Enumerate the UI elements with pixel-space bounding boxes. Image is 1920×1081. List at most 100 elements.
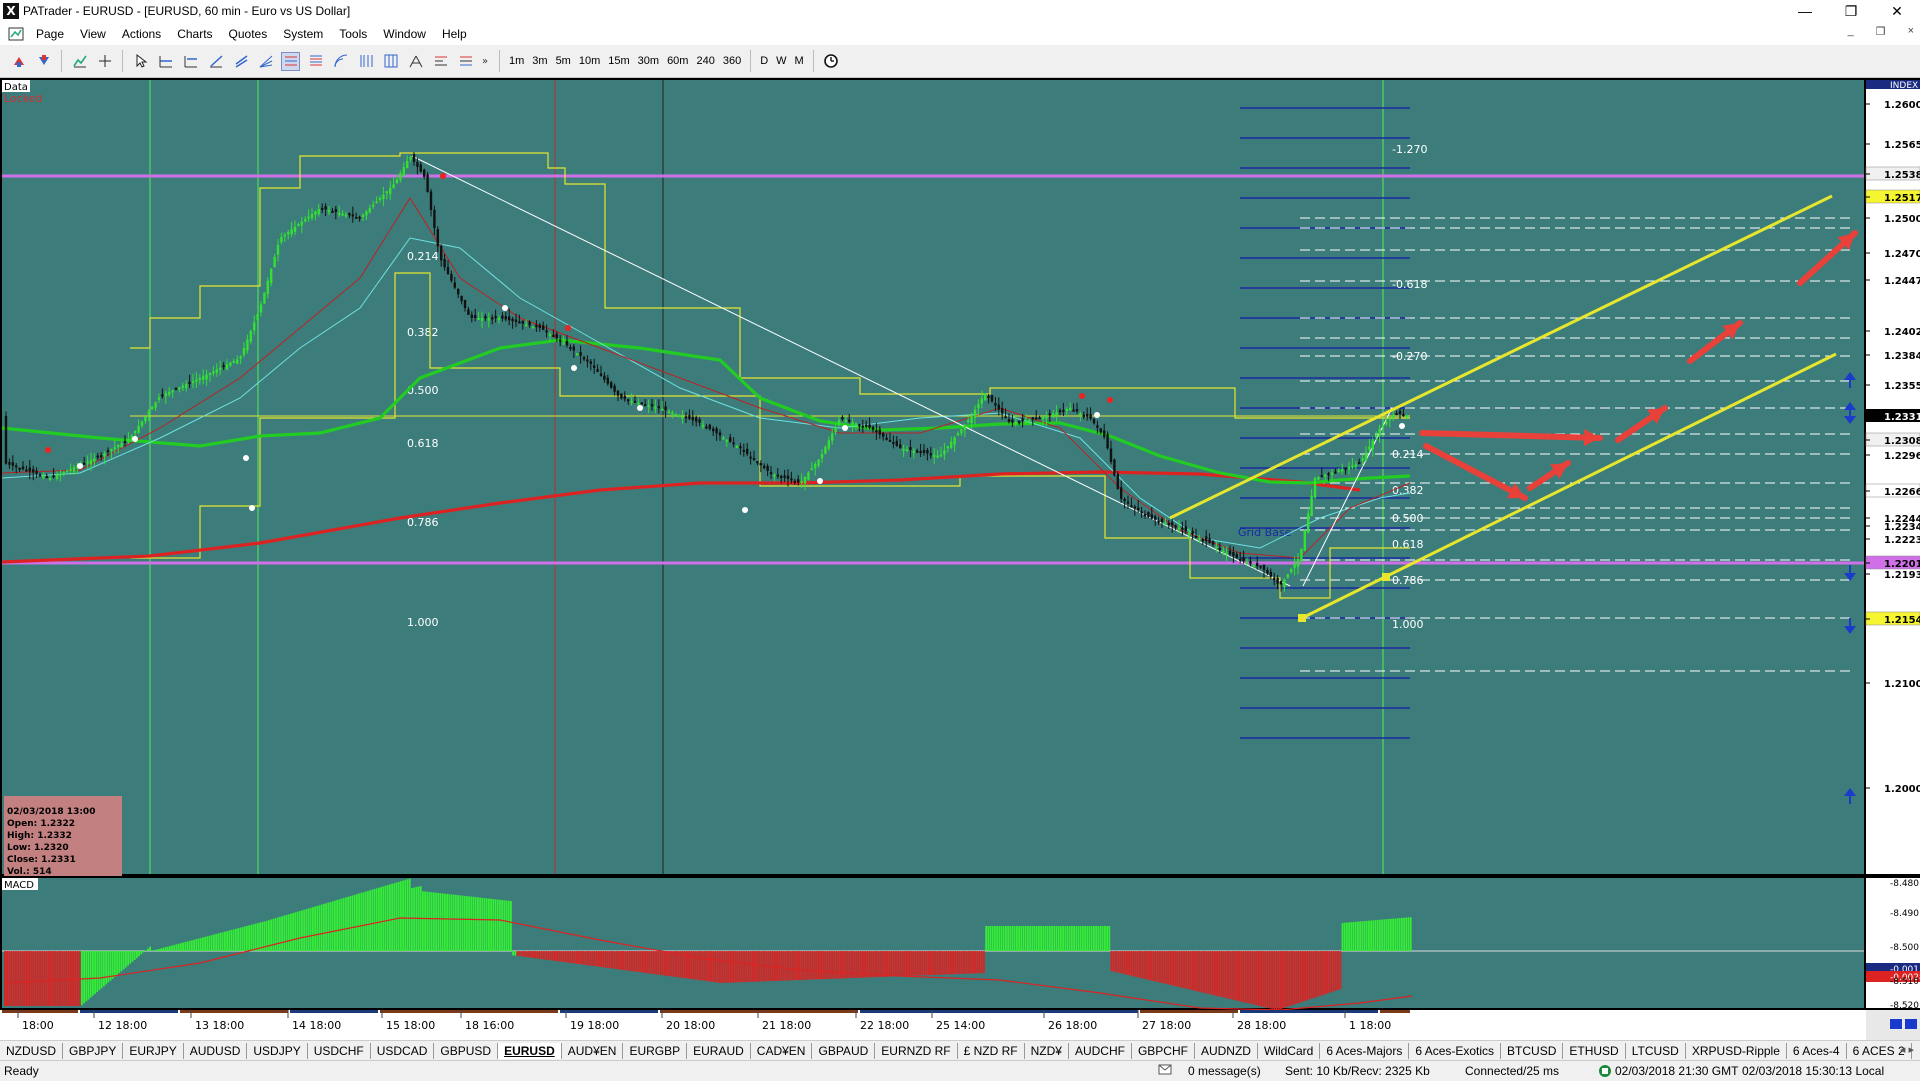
macd-bar: [28, 951, 30, 1006]
symbol-tab[interactable]: EURGBP: [623, 1043, 687, 1059]
macd-bar: [1179, 951, 1181, 987]
horizontal-line-icon[interactable]: [156, 52, 175, 71]
level-lines-icon[interactable]: [456, 52, 475, 71]
trend-line-icon[interactable]: [206, 52, 225, 71]
symbol-tab[interactable]: AUDNZD: [1195, 1043, 1258, 1059]
pointer-icon[interactable]: [131, 52, 150, 71]
macd-bar: [783, 951, 785, 981]
timeframe-10m[interactable]: 10m: [575, 55, 604, 67]
period-monthly[interactable]: M: [791, 55, 808, 67]
macd-scale-label: -8.480: [1890, 879, 1919, 889]
fibonacci-arcs-icon[interactable]: [331, 52, 350, 71]
symbol-tab[interactable]: LTCUSD: [1626, 1043, 1686, 1059]
child-minimize-button[interactable]: _: [1848, 25, 1854, 38]
add-chart-icon[interactable]: [9, 52, 28, 71]
andrews-pitchfork-icon[interactable]: [406, 52, 425, 71]
menu-system[interactable]: System: [275, 27, 331, 41]
macd-bar: [479, 898, 481, 951]
menu-page[interactable]: Page: [28, 27, 72, 41]
crosshair-icon[interactable]: [95, 52, 114, 71]
candle-body: [610, 382, 612, 388]
time-zones-icon[interactable]: [356, 52, 375, 71]
symbol-tab[interactable]: USDCHF: [308, 1043, 371, 1059]
macd-bar: [532, 951, 534, 958]
symbol-tab[interactable]: 6 Aces-4: [1787, 1043, 1847, 1059]
chart-workspace[interactable]: 0.2140.3820.5000.6180.7861.000 Grid Base…: [0, 78, 1920, 1040]
symbol-tab[interactable]: NZDUSD: [0, 1043, 63, 1059]
status-messages[interactable]: 0 message(s): [1188, 1064, 1261, 1078]
symbol-tab[interactable]: GBPAUD: [812, 1043, 875, 1059]
symbol-tab[interactable]: NZD¥: [1025, 1043, 1069, 1059]
symbol-tab[interactable]: ETHUSD: [1563, 1043, 1625, 1059]
symbol-tab[interactable]: EURUSD: [498, 1043, 562, 1059]
timeframe-15m[interactable]: 15m: [604, 55, 633, 67]
macd-bar: [437, 893, 439, 951]
menu-quotes[interactable]: Quotes: [221, 27, 276, 41]
symbol-tab[interactable]: CAD¥EN: [751, 1043, 813, 1059]
candle-body: [100, 455, 102, 457]
timeframe-60m[interactable]: 60m: [663, 55, 692, 67]
tab-scroll-arrows-icon[interactable]: ◂ ▸: [1900, 1043, 1914, 1056]
macd-bar: [63, 951, 65, 1006]
remove-chart-icon[interactable]: [34, 52, 53, 71]
timeframe-360[interactable]: 360: [719, 55, 745, 67]
symbol-tab[interactable]: AUDUSD: [184, 1043, 248, 1059]
candle-body: [569, 347, 571, 349]
macd-bar: [193, 940, 195, 951]
period-daily[interactable]: D: [756, 55, 772, 67]
fibonacci-extension-icon[interactable]: [306, 52, 325, 71]
timeframe-3m[interactable]: 3m: [528, 55, 551, 67]
symbol-tab[interactable]: WildCard: [1258, 1043, 1320, 1059]
candle-body: [379, 198, 381, 200]
macd-bar: [1133, 951, 1135, 976]
macd-bar: [1086, 926, 1088, 951]
menu-help[interactable]: Help: [434, 27, 475, 41]
symbol-tab[interactable]: GBPUSD: [434, 1043, 498, 1059]
symbol-tab[interactable]: 6 Aces-Majors: [1320, 1043, 1409, 1059]
timeframe-1m[interactable]: 1m: [505, 55, 528, 67]
symbol-tab[interactable]: XRPUSD-Ripple: [1686, 1043, 1787, 1059]
child-close-button[interactable]: ×: [1908, 25, 1914, 38]
more-tools-icon[interactable]: »: [481, 52, 491, 71]
candle-body: [1042, 417, 1044, 419]
menu-actions[interactable]: Actions: [114, 27, 169, 41]
price-chart[interactable]: 0.2140.3820.5000.6180.7861.000 Grid Base…: [0, 78, 1920, 1040]
macd-bar: [847, 951, 849, 978]
menu-tools[interactable]: Tools: [331, 27, 375, 41]
symbol-tab[interactable]: BTCUSD: [1501, 1043, 1563, 1059]
close-button[interactable]: ✕: [1874, 0, 1920, 22]
maximize-button[interactable]: ❐: [1828, 0, 1874, 22]
fibonacci-fan-icon[interactable]: [256, 52, 275, 71]
macd-bar: [1260, 951, 1262, 1006]
symbol-tab[interactable]: USDCAD: [371, 1043, 435, 1059]
grid-icon[interactable]: [381, 52, 400, 71]
period-weekly[interactable]: W: [772, 55, 790, 67]
text-annotation-icon[interactable]: [431, 52, 450, 71]
symbol-tab[interactable]: EURNZD RF: [875, 1043, 957, 1059]
symbol-tab[interactable]: £ NZD RF: [958, 1043, 1025, 1059]
symbol-tab[interactable]: EURJPY: [123, 1043, 183, 1059]
symbol-tab[interactable]: GBPJPY: [63, 1043, 123, 1059]
minimize-button[interactable]: —: [1782, 0, 1828, 22]
symbol-tab[interactable]: USDJPY: [247, 1043, 307, 1059]
channel-icon[interactable]: [231, 52, 250, 71]
symbol-tab[interactable]: AUD¥EN: [562, 1043, 624, 1059]
timeframe-240[interactable]: 240: [692, 55, 718, 67]
menu-window[interactable]: Window: [375, 27, 434, 41]
macd-bar: [19, 951, 21, 1006]
clock-icon[interactable]: [822, 52, 841, 71]
menu-charts[interactable]: Charts: [169, 27, 220, 41]
symbol-tab[interactable]: EURAUD: [687, 1043, 751, 1059]
chart-type-icon[interactable]: [70, 52, 89, 71]
fib-level-label: 0.382: [407, 326, 439, 339]
symbol-tab[interactable]: 6 Aces-Exotics: [1409, 1043, 1501, 1059]
timeframe-5m[interactable]: 5m: [552, 55, 575, 67]
menu-view[interactable]: View: [72, 27, 114, 41]
fibonacci-retracement-icon[interactable]: [281, 52, 300, 71]
horizontal-ray-icon[interactable]: [181, 52, 200, 71]
timeframe-30m[interactable]: 30m: [634, 55, 663, 67]
symbol-tab[interactable]: AUDCHF: [1069, 1043, 1132, 1059]
mail-icon[interactable]: [1158, 1064, 1172, 1079]
symbol-tab[interactable]: GBPCHF: [1132, 1043, 1195, 1059]
child-restore-button[interactable]: ❐: [1876, 25, 1886, 38]
